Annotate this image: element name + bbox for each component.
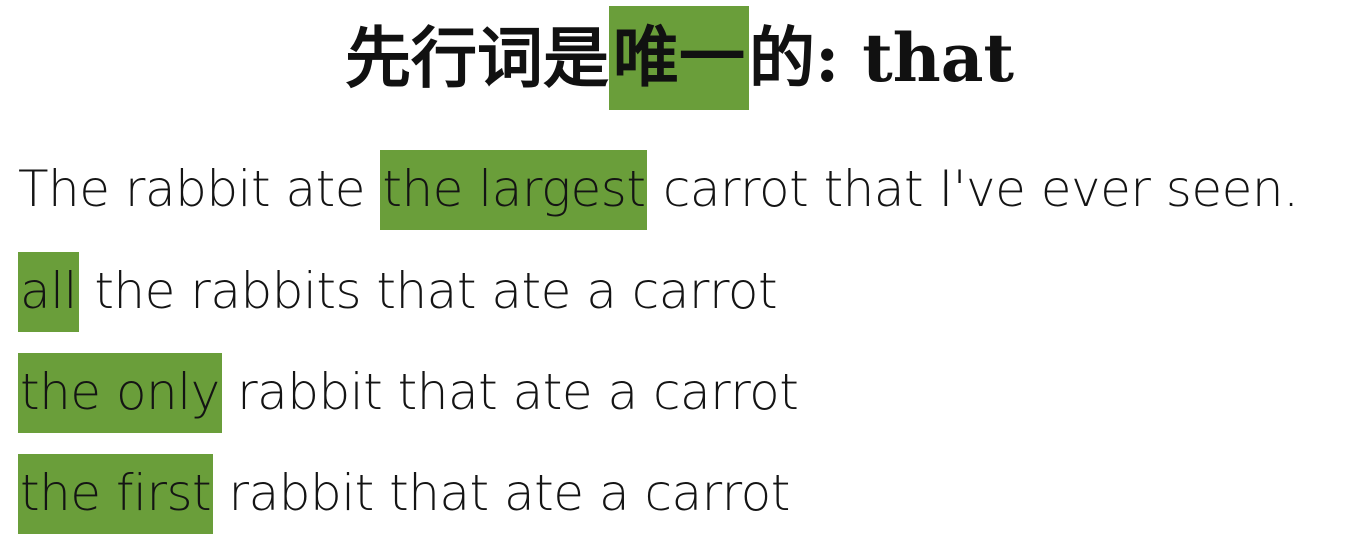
example-2-highlight: all xyxy=(18,252,79,332)
example-4-highlight: the first xyxy=(18,454,214,534)
example-4-after: rabbit that ate a carrot xyxy=(213,464,791,522)
example-sentence-1: The rabbit ate the largest carrot that I… xyxy=(18,150,1299,230)
example-sentence-4: the first rabbit that ate a carrot xyxy=(18,454,790,534)
example-1-after: carrot that I've ever seen. xyxy=(647,160,1299,218)
example-sentence-3: the only rabbit that ate a carrot xyxy=(18,353,799,433)
example-sentence-2: all the rabbits that ate a carrot xyxy=(18,252,778,332)
example-1-highlight: the largest xyxy=(380,150,648,230)
slide-title: 先行词是 唯一 的: that xyxy=(0,4,1359,112)
title-text-before: 先行词是 xyxy=(344,19,609,97)
example-3-highlight: the only xyxy=(18,353,222,433)
title-text-after: 的: that xyxy=(748,19,1015,97)
example-2-after: the rabbits that ate a carrot xyxy=(78,262,778,320)
example-3-after: rabbit that ate a carrot xyxy=(221,363,799,421)
title-highlight: 唯一 xyxy=(608,6,749,110)
example-1-before: The rabbit ate xyxy=(18,160,381,218)
